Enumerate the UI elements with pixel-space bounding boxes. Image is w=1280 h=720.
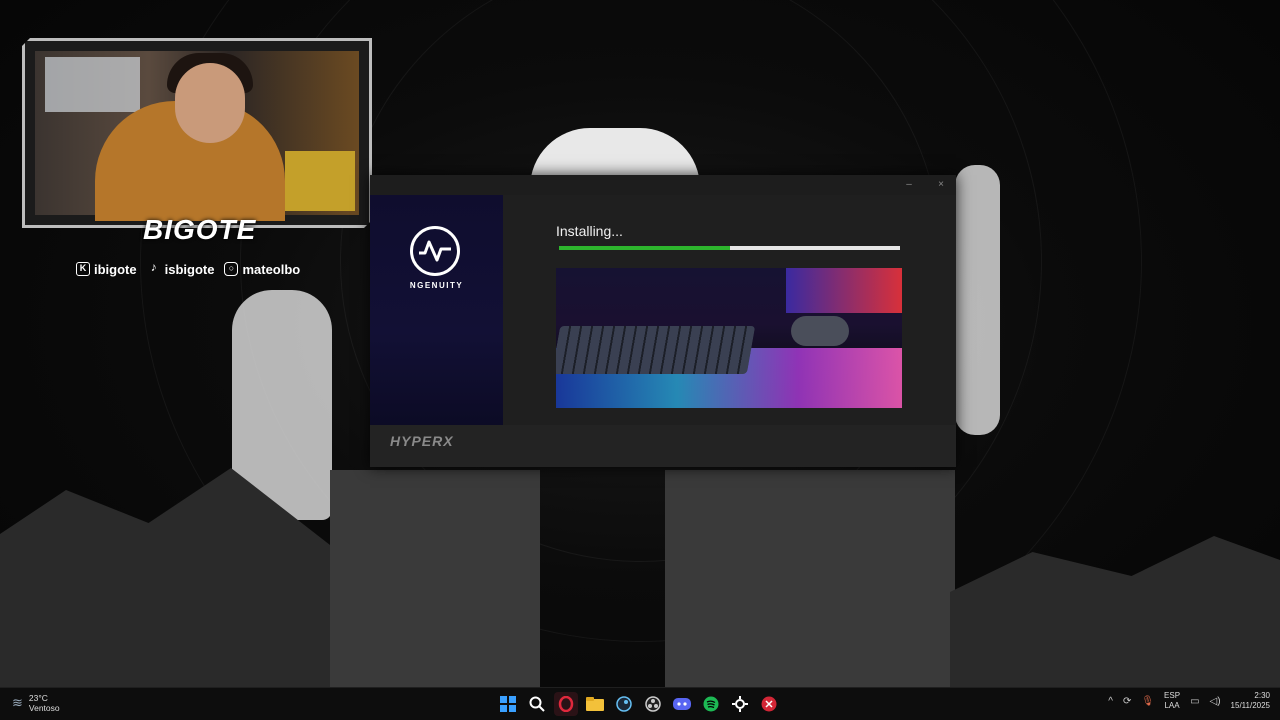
- opera-gx-icon[interactable]: [554, 692, 578, 716]
- instagram-icon: ○: [224, 262, 239, 276]
- close-button[interactable]: ×: [932, 178, 950, 192]
- weather-wind-icon: ≋: [12, 695, 23, 710]
- product-hero-image: [556, 268, 902, 408]
- clock-time: 2:30: [1254, 691, 1270, 700]
- install-status: Installing...: [556, 223, 623, 239]
- file-explorer-icon[interactable]: [583, 692, 607, 716]
- installer-sidebar: NGENUITY: [370, 195, 503, 425]
- social-item: K ibigote: [76, 262, 137, 277]
- social-label: isbigote: [164, 261, 215, 277]
- network-icon[interactable]: ▭: [1190, 696, 1199, 707]
- language-primary: ESP: [1164, 691, 1181, 700]
- weather-temp: 23°C: [28, 693, 48, 703]
- system-tray: ^ ⟳ 🎙 ESP LAA ▭ ◁) 2:30 15/11/2025: [1108, 691, 1270, 711]
- language-indicator[interactable]: ESP LAA: [1164, 691, 1180, 711]
- chevron-up-icon[interactable]: ^: [1108, 696, 1113, 707]
- discord-icon[interactable]: [670, 692, 694, 716]
- social-handles: K ibigote ♪ isbigote ○ mateolbo: [76, 259, 300, 279]
- clock[interactable]: 2:30 15/11/2025: [1231, 691, 1270, 711]
- app-name: NGENUITY: [409, 281, 464, 290]
- installer-window: – × NGENUITY Installing... HYPERX: [370, 175, 956, 467]
- minimize-button[interactable]: –: [900, 178, 918, 192]
- social-item: ○ mateolbo: [224, 262, 300, 277]
- app-red-icon[interactable]: [757, 692, 781, 716]
- steam-icon[interactable]: [612, 692, 636, 716]
- install-progress-bar: [559, 246, 900, 250]
- installer-content: Installing...: [503, 195, 956, 425]
- taskbar-apps: [496, 692, 781, 716]
- social-label: ibigote: [94, 261, 137, 277]
- social-label: mateolbo: [242, 261, 301, 277]
- sync-icon[interactable]: ⟳: [1123, 696, 1131, 707]
- title-bar[interactable]: – ×: [370, 175, 956, 195]
- streamer-brand: BIGOTE: [143, 214, 257, 245]
- search-icon[interactable]: [525, 692, 549, 716]
- keyboard-image: [556, 326, 756, 374]
- installer-footer: HYPERX: [370, 425, 956, 467]
- start-icon[interactable]: [496, 692, 520, 716]
- hyperx-logo: HYPERX: [390, 433, 454, 449]
- taskbar: ≋ 23°C Ventoso ^ ⟳ 🎙 ESP LAA ▭ ◁) 2:30 1…: [0, 687, 1280, 720]
- tiktok-icon: ♪: [150, 260, 157, 274]
- clock-date: 15/11/2025: [1230, 701, 1270, 710]
- ngenuity-logo-icon: [410, 226, 460, 276]
- language-secondary: LAA: [1164, 701, 1180, 710]
- webcam-overlay: [22, 38, 372, 228]
- twitch-kick-icon: K: [76, 262, 90, 276]
- obs-icon[interactable]: [641, 692, 665, 716]
- steelseries-icon[interactable]: [728, 692, 752, 716]
- weather-widget[interactable]: ≋ 23°C Ventoso: [12, 693, 60, 713]
- microphone-icon[interactable]: 🎙: [1141, 696, 1154, 707]
- spotify-icon[interactable]: [699, 692, 723, 716]
- mouse-image: [791, 316, 849, 346]
- progress-fill: [559, 246, 730, 250]
- volume-icon[interactable]: ◁): [1210, 696, 1221, 707]
- weather-desc: Ventoso: [28, 703, 60, 713]
- social-item: ♪ isbigote: [147, 260, 215, 277]
